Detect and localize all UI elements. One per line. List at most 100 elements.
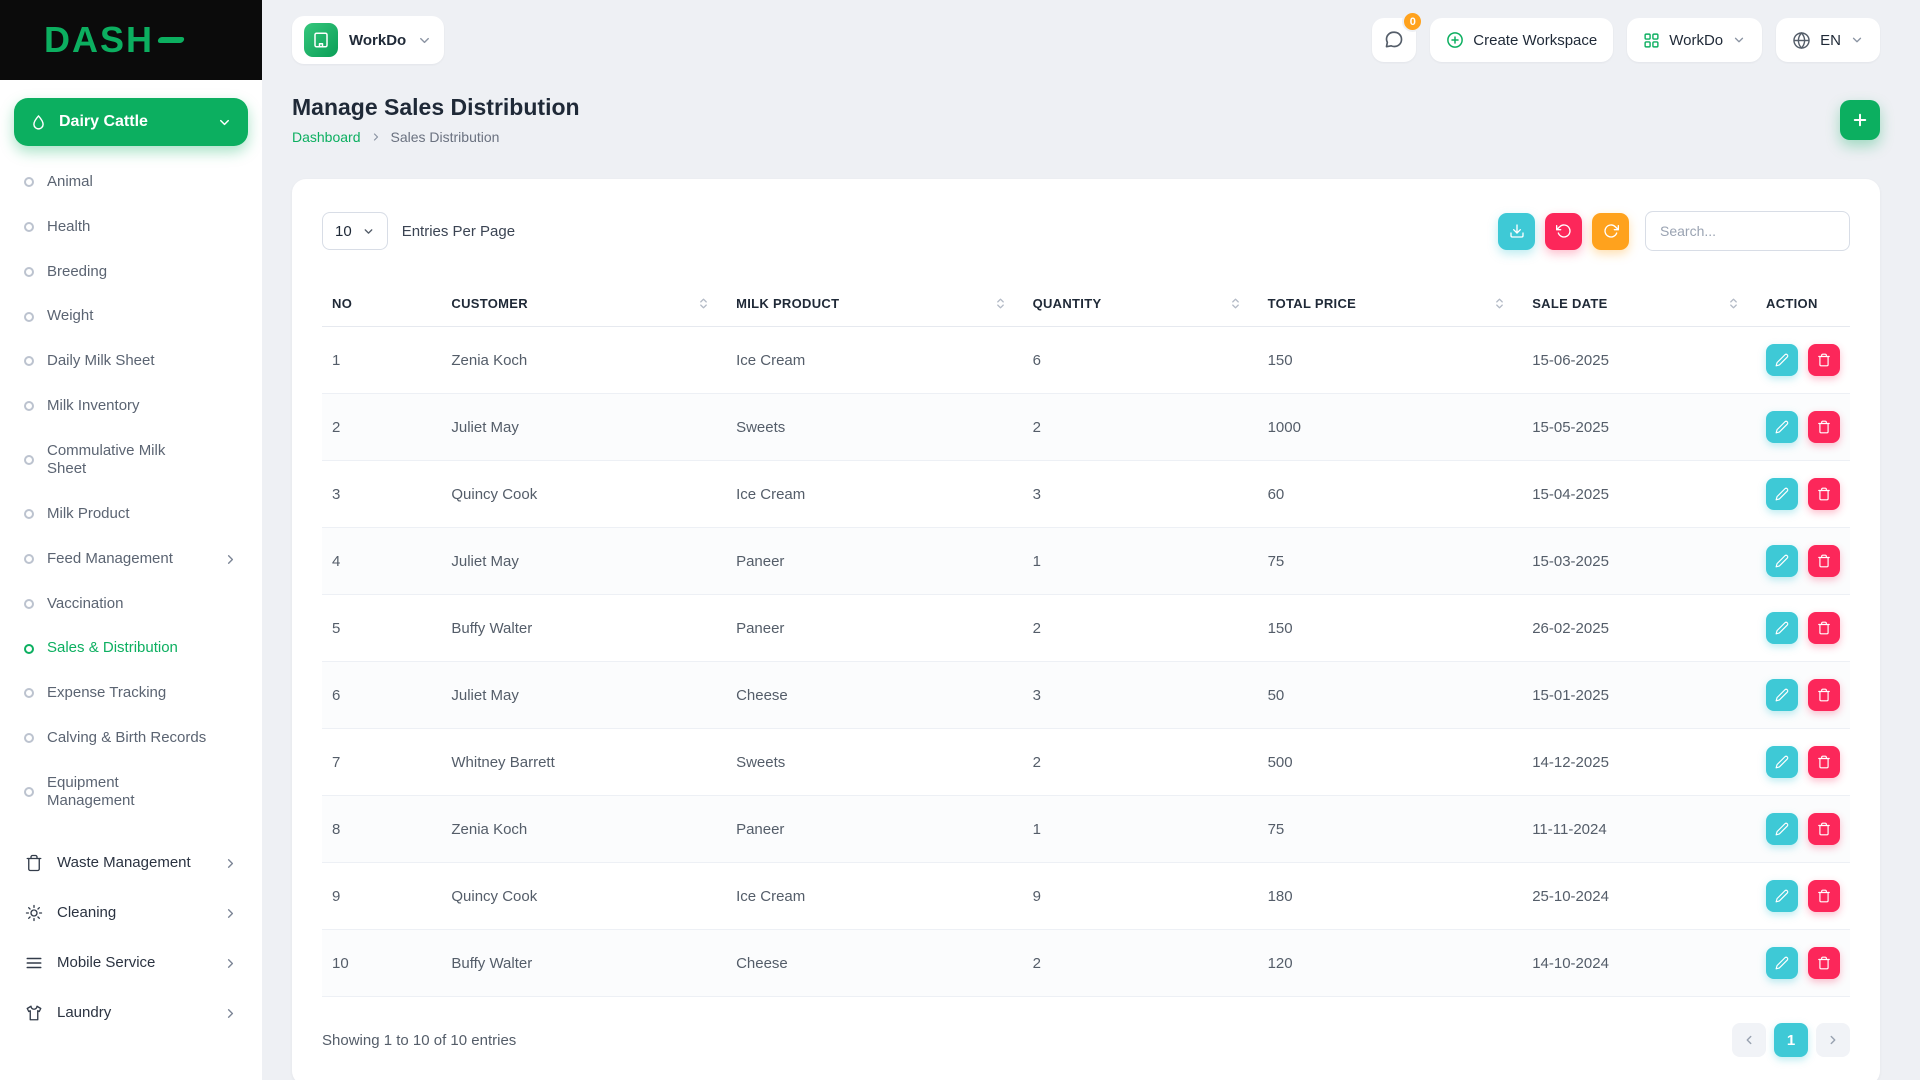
sidebar-item-feed-management[interactable]: Feed Management <box>14 537 248 582</box>
cell-action <box>1756 327 1850 394</box>
chevron-right-icon <box>223 1006 238 1021</box>
breadcrumb-dashboard-link[interactable]: Dashboard <box>292 129 361 145</box>
pagination-prev-button[interactable] <box>1732 1023 1766 1057</box>
chevron-right-icon <box>223 906 238 921</box>
delete-button[interactable] <box>1808 478 1840 510</box>
delete-button[interactable] <box>1808 746 1840 778</box>
row-actions <box>1766 411 1840 443</box>
edit-button[interactable] <box>1766 411 1798 443</box>
column-header-quantity[interactable]: QUANTITY <box>1023 281 1258 327</box>
delete-button[interactable] <box>1808 813 1840 845</box>
sidebar-item-calving-birth-records[interactable]: Calving & Birth Records <box>14 716 248 761</box>
sidebar-item-label: Daily Milk Sheet <box>47 352 155 371</box>
column-header-sale-date[interactable]: SALE DATE <box>1522 281 1756 327</box>
page-head-left: Manage Sales Distribution Dashboard Sale… <box>292 94 580 145</box>
chevron-down-icon <box>417 33 432 48</box>
edit-button[interactable] <box>1766 478 1798 510</box>
sort-icon[interactable] <box>1229 297 1242 310</box>
sidebar-item-animal[interactable]: Animal <box>14 160 248 205</box>
entries-per-page-select[interactable]: 10 <box>322 212 388 250</box>
sidebar-item-breeding[interactable]: Breeding <box>14 250 248 295</box>
column-header-customer[interactable]: CUSTOMER <box>441 281 726 327</box>
cell-milk-product: Sweets <box>726 394 1023 461</box>
cell-customer: Zenia Koch <box>441 327 726 394</box>
sidebar-item-milk-inventory[interactable]: Milk Inventory <box>14 384 248 429</box>
sidebar-item-laundry[interactable]: Laundry <box>14 988 248 1038</box>
row-actions <box>1766 947 1840 979</box>
delete-button[interactable] <box>1808 679 1840 711</box>
search-input[interactable] <box>1645 211 1850 251</box>
export-button[interactable] <box>1498 213 1535 250</box>
edit-button[interactable] <box>1766 679 1798 711</box>
sidebar-item-weight[interactable]: Weight <box>14 294 248 339</box>
pagination-next-button[interactable] <box>1816 1023 1850 1057</box>
table-row: 4 Juliet May Paneer 1 75 15-03-2025 <box>322 528 1850 595</box>
edit-button[interactable] <box>1766 612 1798 644</box>
edit-button[interactable] <box>1766 880 1798 912</box>
delete-button[interactable] <box>1808 545 1840 577</box>
sidebar-workspace-button[interactable]: Dairy Cattle <box>14 98 248 146</box>
delete-button[interactable] <box>1808 880 1840 912</box>
column-header-total-price[interactable]: TOTAL PRICE <box>1258 281 1523 327</box>
sidebar-item-cleaning[interactable]: Cleaning <box>14 888 248 938</box>
sidebar-item-milk-product[interactable]: Milk Product <box>14 492 248 537</box>
edit-button[interactable] <box>1766 813 1798 845</box>
cell-no: 8 <box>322 796 441 863</box>
sidebar-item-daily-milk-sheet[interactable]: Daily Milk Sheet <box>14 339 248 384</box>
sidebar-item-waste-management[interactable]: Waste Management <box>14 838 248 888</box>
cell-action <box>1756 930 1850 997</box>
workspace-selector[interactable]: WorkDo <box>292 16 444 64</box>
edit-button[interactable] <box>1766 344 1798 376</box>
edit-button[interactable] <box>1766 545 1798 577</box>
cell-total-price: 75 <box>1258 796 1523 863</box>
sidebar-item-commulative-milk-sheet[interactable]: Commulative Milk Sheet <box>14 429 248 493</box>
topbar-right: 0 Create Workspace WorkDo <box>1372 18 1880 62</box>
trash-icon <box>1817 688 1831 702</box>
add-record-button[interactable] <box>1840 100 1880 140</box>
column-header-label: NO <box>332 296 352 311</box>
table-body: 1 Zenia Koch Ice Cream 6 150 15-06-2025 <box>322 327 1850 997</box>
delete-button[interactable] <box>1808 947 1840 979</box>
sort-icon[interactable] <box>697 297 710 310</box>
sidebar-item-sales-distribution[interactable]: Sales & Distribution <box>14 626 248 671</box>
sidebar-item-label: Milk Inventory <box>47 397 140 416</box>
sidebar-item-label: Weight <box>47 307 93 326</box>
workspace-tile-icon <box>304 23 338 57</box>
cell-customer: Whitney Barrett <box>441 729 726 796</box>
table-row: 5 Buffy Walter Paneer 2 150 26-02-2025 <box>322 595 1850 662</box>
sidebar-item-equipment-management[interactable]: Equipment Management <box>14 761 248 825</box>
cell-total-price: 180 <box>1258 863 1523 930</box>
delete-button[interactable] <box>1808 411 1840 443</box>
cell-milk-product: Ice Cream <box>726 327 1023 394</box>
workdo-menu-button[interactable]: WorkDo <box>1627 18 1762 62</box>
sidebar-item-mobile-service[interactable]: Mobile Service <box>14 938 248 988</box>
language-selector[interactable]: EN <box>1776 18 1880 62</box>
download-icon <box>1509 223 1525 239</box>
cell-customer: Buffy Walter <box>441 595 726 662</box>
bullet-icon <box>24 787 34 797</box>
edit-button[interactable] <box>1766 746 1798 778</box>
sidebar-item-vaccination[interactable]: Vaccination <box>14 582 248 627</box>
messages-button[interactable]: 0 <box>1372 18 1416 62</box>
create-workspace-button[interactable]: Create Workspace <box>1430 18 1613 62</box>
sidebar-item-label: Breeding <box>47 263 107 282</box>
delete-button[interactable] <box>1808 344 1840 376</box>
column-header-milk-product[interactable]: MILK PRODUCT <box>726 281 1023 327</box>
cell-quantity: 9 <box>1023 863 1258 930</box>
chevron-right-icon <box>223 552 238 567</box>
reset-button[interactable] <box>1545 213 1582 250</box>
sidebar-item-expense-tracking[interactable]: Expense Tracking <box>14 671 248 716</box>
sort-icon[interactable] <box>994 297 1007 310</box>
sort-icon[interactable] <box>1727 297 1740 310</box>
create-workspace-label: Create Workspace <box>1473 32 1597 49</box>
pagination-page-1[interactable]: 1 <box>1774 1023 1808 1057</box>
sort-icon[interactable] <box>1493 297 1506 310</box>
sidebar-item-health[interactable]: Health <box>14 205 248 250</box>
bullet-icon <box>24 455 34 465</box>
trash-icon <box>1817 353 1831 367</box>
edit-button[interactable] <box>1766 947 1798 979</box>
sidebar-item-label: Equipment Management <box>47 774 175 812</box>
refresh-button[interactable] <box>1592 213 1629 250</box>
delete-button[interactable] <box>1808 612 1840 644</box>
logo-block[interactable]: DASH <box>0 0 262 80</box>
